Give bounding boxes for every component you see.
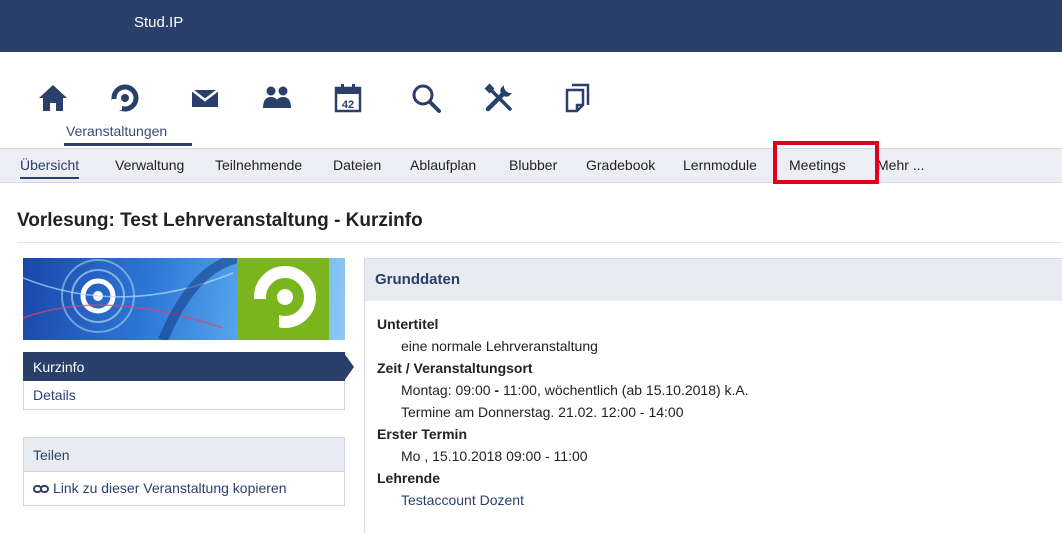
calendar-icon-label: 42 — [342, 99, 354, 111]
share-widget: Teilen Link zu dieser Veranstaltung kopi… — [23, 437, 345, 506]
community-icon[interactable] — [255, 76, 299, 120]
time-location-line-1-start: Montag: 09:00 — [401, 382, 495, 398]
sidebar-item-details[interactable]: Details — [23, 381, 345, 410]
messages-icon[interactable] — [183, 76, 227, 120]
share-heading: Teilen — [24, 438, 344, 472]
lecturers-label: Lehrende — [377, 470, 441, 486]
tab-meetings[interactable]: Meetings — [789, 157, 846, 173]
lecturer-link[interactable]: Testaccount Dozent — [377, 490, 1062, 512]
time-location-line-1: Montag: 09:00 - 11:00, wöchentlich (ab 1… — [377, 380, 1062, 402]
files-icon[interactable] — [555, 76, 599, 120]
tab-gradebook[interactable]: Gradebook — [586, 157, 655, 173]
tab-overview[interactable]: Übersicht — [20, 157, 80, 179]
tab-administration[interactable]: Verwaltung — [115, 157, 184, 173]
basic-data-heading: Grunddaten — [365, 259, 1062, 301]
course-banner-image — [23, 258, 345, 340]
title-divider — [17, 242, 1062, 243]
home-icon[interactable] — [31, 76, 75, 120]
active-nav-indicator — [64, 143, 192, 146]
search-icon[interactable] — [404, 76, 448, 120]
tab-blubber[interactable]: Blubber — [509, 157, 557, 173]
active-nav-label: Veranstaltungen — [66, 123, 168, 139]
tab-schedule[interactable]: Ablaufplan — [410, 157, 476, 173]
top-bar: Stud.IP — [0, 0, 1062, 52]
brand-name[interactable]: Stud.IP — [134, 14, 183, 31]
time-location-line-1-end: 11:00, wöchentlich (ab 15.10.2018) k.A. — [499, 382, 749, 398]
tab-files[interactable]: Dateien — [333, 157, 381, 173]
courses-icon[interactable] — [102, 76, 146, 120]
tab-learning-modules[interactable]: Lernmodule — [683, 157, 757, 173]
link-icon — [33, 485, 49, 494]
tab-participants[interactable]: Teilnehmende — [215, 157, 302, 173]
sidebar-navigation: Kurzinfo Details — [23, 352, 354, 410]
tab-more[interactable]: Mehr ... — [877, 157, 924, 173]
tools-icon[interactable] — [477, 76, 521, 120]
page-title: Vorlesung: Test Lehrveranstaltung - Kurz… — [17, 210, 423, 231]
subtitle-value: eine normale Lehrveranstaltung — [401, 338, 598, 354]
first-date-value: Mo , 15.10.2018 09:00 - 11:00 — [401, 448, 588, 464]
banner-graphic — [23, 258, 329, 340]
time-location-label: Zeit / Veranstaltungsort — [377, 360, 533, 376]
basic-data-list: Untertitel eine normale Lehrveranstaltun… — [365, 301, 1062, 512]
copy-course-link-label: Link zu dieser Veranstaltung kopieren — [53, 480, 287, 496]
time-location-line-2: Termine am Donnerstag. 21.02. 12:00 - 14… — [401, 404, 684, 420]
basic-data-panel: Grunddaten Untertitel eine normale Lehrv… — [364, 258, 1062, 533]
subtitle-label: Untertitel — [377, 316, 439, 332]
course-tabs: Übersicht Verwaltung Teilnehmende Dateie… — [0, 148, 1062, 183]
first-date-label: Erster Termin — [377, 426, 467, 442]
icon-navigation: 42 Veranstaltungen — [0, 52, 1062, 148]
copy-course-link[interactable]: Link zu dieser Veranstaltung kopieren — [24, 472, 344, 505]
calendar-icon[interactable]: 42 — [326, 76, 370, 120]
sidebar-item-kurzinfo[interactable]: Kurzinfo — [23, 352, 354, 381]
